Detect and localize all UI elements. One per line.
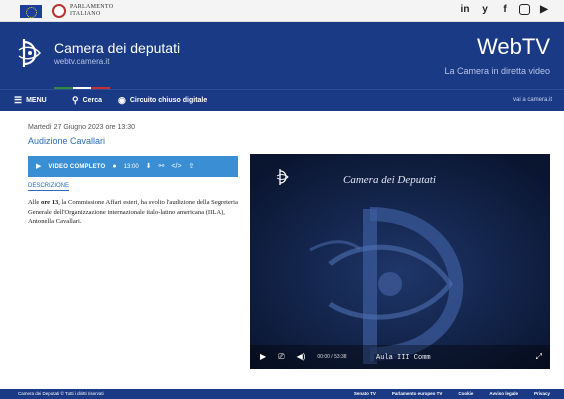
main-content: Martedì 27 Giugno 2023 ore 13:30 Audizio…	[14, 111, 550, 389]
webtv-brand[interactable]: WebTV	[477, 34, 550, 60]
link-icon[interactable]: ⚯	[159, 163, 165, 170]
player-logo-icon	[276, 169, 289, 185]
site-title[interactable]: Camera dei deputati	[54, 40, 180, 56]
footer-links: Senato TV Parlamento europeo TV Cookie A…	[354, 391, 550, 396]
full-video-button[interactable]: VIDEO COMPLETO	[48, 164, 105, 170]
footer-link-privacy[interactable]: Privacy	[534, 391, 550, 396]
video-player[interactable]: Camera dei Deputati ▶ ⎚ ◀) 00:00 / 53:38…	[250, 154, 550, 369]
site-footer: Camera dei Deputati © Tutti i diritti ri…	[0, 389, 564, 399]
parliament-logo-icon[interactable]	[52, 4, 66, 18]
play-icon[interactable]: ▶	[260, 353, 266, 361]
parliament-line-1: PARLAMENTO	[70, 4, 114, 10]
footer-link-legal[interactable]: Avviso legale	[489, 391, 518, 396]
site-header: Camera dei deputati webtv.camera.it WebT…	[0, 22, 564, 90]
video-toolbar: ▶ VIDEO COMPLETO ● 13:00 ⬇ ⚯ </> ⇪	[28, 156, 238, 177]
linkedin-icon[interactable]: in	[459, 4, 471, 16]
social-links: in y f ▶	[459, 4, 550, 16]
hamburger-icon: ☰	[14, 95, 23, 105]
camera-site-link[interactable]: vai a camera.it	[513, 97, 552, 103]
broadcast-icon: ◉	[118, 95, 126, 105]
fullscreen-icon[interactable]: ⤢	[536, 352, 542, 362]
clock-icon: ●	[112, 163, 117, 170]
site-subtitle: webtv.camera.it	[54, 57, 110, 66]
top-utility-bar: PARLAMENTO ITALIANO in y f ▶	[0, 0, 564, 22]
twitter-icon[interactable]: y	[479, 4, 491, 16]
play-small-icon: ▶	[36, 163, 42, 170]
tab-description[interactable]: DESCRIZIONE	[28, 183, 70, 191]
menu-label: MENU	[26, 97, 47, 104]
closed-circuit-link[interactable]: ◉ Circuito chiuso digitale	[118, 96, 207, 105]
camera-watermark-icon	[250, 154, 550, 369]
camera-logo-icon[interactable]	[16, 36, 44, 70]
facebook-icon[interactable]: f	[499, 4, 511, 16]
embed-icon[interactable]: </>	[171, 163, 181, 170]
desc-intro: Alle	[28, 199, 42, 206]
search-icon: ⚲	[72, 95, 79, 105]
player-time: 00:00 / 53:38	[317, 354, 347, 360]
search-button[interactable]: ⚲ Cerca	[72, 96, 102, 105]
share-icon[interactable]: ⇪	[189, 163, 195, 170]
event-title[interactable]: Audizione Cavallari	[28, 136, 105, 146]
event-description: Alle ore 13, la Commissione Affari ester…	[28, 198, 240, 227]
closed-circuit-label: Circuito chiuso digitale	[129, 97, 208, 104]
player-caption: Camera dei Deputati	[343, 174, 436, 186]
captions-icon[interactable]: ⎚	[278, 353, 284, 361]
parliament-logo-text[interactable]: PARLAMENTO ITALIANO	[70, 4, 113, 18]
youtube-icon[interactable]: ▶	[538, 4, 550, 16]
room-overlay: Aula III Comm	[374, 354, 433, 362]
volume-icon[interactable]: ◀)	[297, 353, 306, 361]
desc-time: ore 13	[41, 199, 59, 206]
parliament-line-2: ITALIANO	[70, 11, 101, 17]
footer-copyright: Camera dei Deputati © Tutti i diritti ri…	[18, 391, 104, 396]
menu-button[interactable]: ☰ MENU	[14, 96, 47, 105]
desc-body: , la Commissione Affari esteri, ha svolt…	[28, 199, 238, 225]
main-nav: ☰ MENU ⚲ Cerca ◉ Circuito chiuso digital…	[0, 89, 564, 111]
webtv-tagline: La Camera in diretta video	[444, 66, 550, 76]
event-date: Martedì 27 Giugno 2023 ore 13:30	[28, 124, 136, 131]
eu-flag-icon	[20, 5, 42, 18]
instagram-icon[interactable]	[519, 4, 530, 15]
footer-link-europarl-tv[interactable]: Parlamento europeo TV	[392, 391, 443, 396]
footer-link-cookie[interactable]: Cookie	[458, 391, 473, 396]
download-icon[interactable]: ⬇	[146, 163, 152, 170]
video-duration: 13:00	[123, 163, 139, 170]
search-label: Cerca	[82, 97, 103, 104]
footer-link-senato-tv[interactable]: Senato TV	[354, 391, 376, 396]
